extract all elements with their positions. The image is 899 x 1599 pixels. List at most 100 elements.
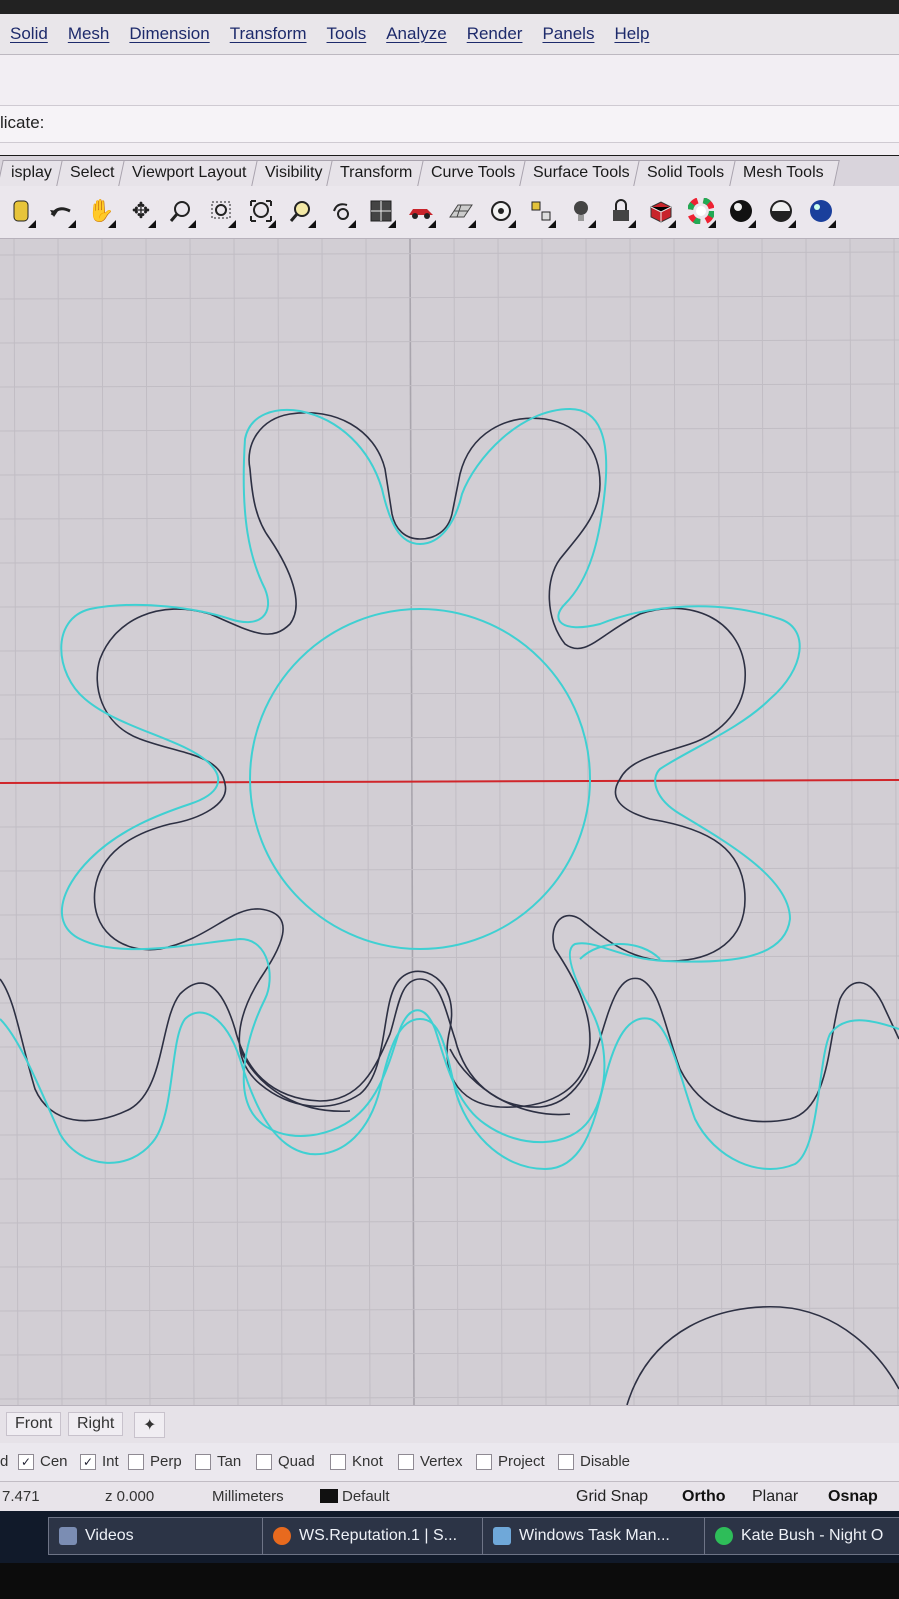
grid-line (277, 239, 283, 1405)
checkbox[interactable] (330, 1453, 346, 1470)
osnap-knot[interactable]: Knot (330, 1453, 383, 1470)
ortho-toggle[interactable]: Ortho (682, 1488, 726, 1506)
menu-dimension[interactable]: Dimension (119, 24, 219, 44)
tab-label: Visibility (264, 164, 323, 181)
taskbar-firefox[interactable]: WS.Reputation.1 | S... (262, 1517, 484, 1555)
grid-line (805, 239, 811, 1405)
tab-front[interactable]: Front (6, 1412, 62, 1436)
osnap-vertex[interactable]: Vertex (398, 1453, 463, 1470)
zoom-dynamic-icon[interactable] (164, 192, 198, 230)
circle-options-icon[interactable] (484, 192, 518, 230)
menu-mesh[interactable]: Mesh (58, 24, 120, 44)
checkbox[interactable] (195, 1453, 211, 1470)
grid-line (761, 239, 767, 1405)
osnap-cen[interactable]: ✓ Cen (18, 1453, 68, 1470)
undo-view-icon[interactable] (324, 192, 358, 230)
perspective-viewport[interactable] (0, 239, 899, 1405)
menu-transform[interactable]: Transform (220, 24, 317, 44)
tab-viewport-layout[interactable]: Viewport Layout (118, 160, 263, 186)
new-icon[interactable] (4, 192, 38, 230)
grid-line (497, 239, 503, 1405)
menu-render[interactable]: Render (457, 24, 533, 44)
osnap-toggle[interactable]: Osnap (828, 1488, 878, 1506)
menu-panels[interactable]: Panels (532, 24, 604, 44)
osnap-label: Knot (352, 1453, 383, 1470)
grid-line (893, 239, 899, 1405)
osnap-label: Vertex (420, 1453, 463, 1470)
cplane-icon[interactable] (524, 192, 558, 230)
undo-icon[interactable] (44, 192, 78, 230)
taskbar-task-manager[interactable]: Windows Task Man... (482, 1517, 706, 1555)
taskbar-spotify[interactable]: Kate Bush - Night O (704, 1517, 899, 1555)
box-render-icon[interactable] (644, 192, 678, 230)
checkbox[interactable] (476, 1453, 492, 1470)
osnap-bar: d ✓ Cen ✓ Int Perp Tan Quad Knot Vertex Pr… (0, 1443, 899, 1481)
planar-toggle[interactable]: Planar (752, 1488, 798, 1506)
menu-analyze[interactable]: Analyze (376, 24, 456, 44)
tab-transform[interactable]: Transform (326, 160, 429, 186)
checkbox[interactable] (398, 1453, 414, 1470)
lightbulb-icon[interactable] (564, 192, 598, 230)
grid-line (849, 239, 855, 1405)
osnap-disable[interactable]: Disable (558, 1453, 630, 1470)
status-bar: 7.471 z 0.000 Millimeters Default Grid S… (0, 1481, 899, 1512)
car-shaded-icon[interactable] (404, 192, 438, 230)
tab-curve-tools[interactable]: Curve Tools (416, 160, 531, 186)
osnap-int[interactable]: ✓ Int (80, 1453, 119, 1470)
tab-label: Solid Tools (647, 164, 725, 181)
checkbox[interactable] (128, 1453, 144, 1470)
monitor-top-edge (0, 0, 899, 14)
tab-solid-tools[interactable]: Solid Tools (633, 160, 741, 186)
zoom-extents-icon[interactable] (244, 192, 278, 230)
osnap-quad[interactable]: Quad (256, 1453, 315, 1470)
spotify-icon (715, 1527, 733, 1545)
viewport-canvas (0, 239, 899, 1405)
layer-indicator[interactable]: Default (320, 1488, 390, 1505)
menu-solid[interactable]: Solid (0, 24, 58, 44)
color-wheel-icon[interactable] (684, 192, 718, 230)
menu-tools[interactable]: Tools (317, 24, 377, 44)
mesh-grid-icon[interactable] (444, 192, 478, 230)
osnap-tan[interactable]: Tan (195, 1453, 241, 1470)
osnap-label: Tan (217, 1453, 242, 1470)
taskbar-videos[interactable]: Videos (48, 1517, 266, 1555)
sphere-black-icon[interactable] (724, 192, 758, 230)
checkbox-checked[interactable]: ✓ (18, 1453, 34, 1470)
tab-mesh-tools[interactable]: Mesh Tools (728, 160, 839, 186)
sphere-white-icon[interactable] (764, 192, 798, 230)
tab-label: Mesh Tools (742, 164, 824, 181)
grid-line (673, 239, 679, 1405)
tab-label: isplay (11, 164, 52, 181)
command-line-input[interactable] (0, 105, 899, 143)
grid-snap-toggle[interactable]: Grid Snap (576, 1488, 648, 1506)
checkbox[interactable] (558, 1453, 574, 1470)
osnap-label: Project (498, 1453, 545, 1470)
four-viewports-icon[interactable] (364, 192, 398, 230)
osnap-label: Disable (580, 1453, 631, 1470)
lock-icon[interactable] (604, 192, 638, 230)
grid-line (0, 1307, 899, 1312)
firefox-icon (273, 1527, 291, 1545)
grid-line (0, 1263, 899, 1268)
sphere-blue-icon[interactable] (804, 192, 838, 230)
tab-right[interactable]: Right (68, 1412, 124, 1436)
menu-help[interactable]: Help (604, 24, 659, 44)
grid-line (0, 295, 899, 300)
zoom-window-icon[interactable] (204, 192, 238, 230)
osnap-perp[interactable]: Perp (128, 1453, 182, 1470)
checkbox[interactable] (256, 1453, 272, 1470)
checkbox-checked[interactable]: ✓ (80, 1453, 96, 1470)
tab-visibility[interactable]: Visibility (251, 160, 339, 186)
add-viewport-icon[interactable]: ✦ (134, 1412, 166, 1438)
rotate-view-icon[interactable]: ✥ (124, 192, 158, 230)
zoom-selected-icon[interactable] (284, 192, 318, 230)
osnap-project[interactable]: Project (476, 1453, 545, 1470)
tab-label: Select (69, 164, 115, 181)
coord-z-readout: z 0.000 (105, 1488, 155, 1505)
osnap-label: Perp (150, 1453, 182, 1470)
pan-hand-icon[interactable]: ✋ (84, 192, 118, 230)
units-label[interactable]: Millimeters (212, 1488, 284, 1505)
grid-line (0, 251, 899, 256)
tab-surface-tools[interactable]: Surface Tools (519, 160, 646, 186)
grid-line (0, 647, 899, 652)
